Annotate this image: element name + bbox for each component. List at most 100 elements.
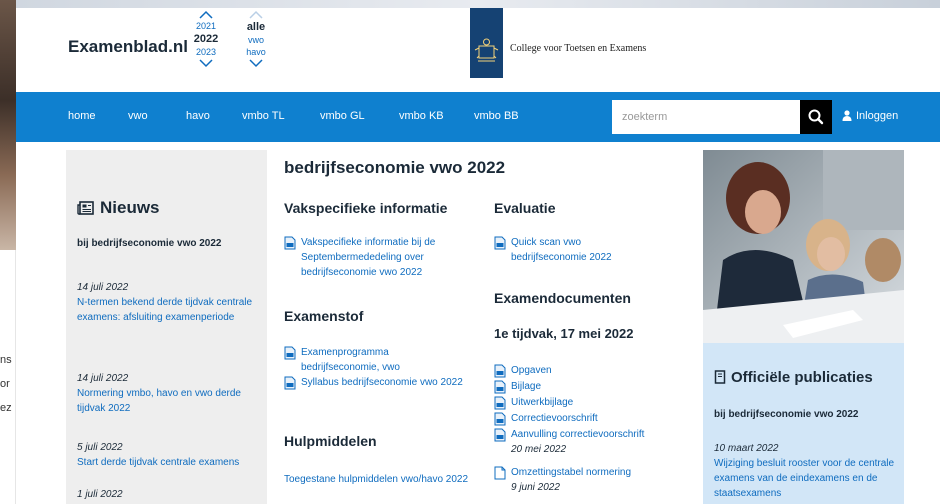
level-option[interactable]: havo xyxy=(242,46,270,58)
year-selector[interactable]: 2021 2022 2023 xyxy=(192,10,220,68)
cvte-logo[interactable]: College voor Toetsen en Examens xyxy=(470,8,646,78)
document-label: Examenprogramma bedrijfseconomie, vwo xyxy=(301,347,400,373)
official-date: 10 maart 2022 xyxy=(714,443,779,454)
document-link[interactable]: Opgaven xyxy=(494,363,684,378)
pdf-icon xyxy=(494,428,506,442)
site-logo[interactable]: Examenblad.nl xyxy=(68,37,188,57)
document-label: Quick scan vwo bedrijfseconomie 2022 xyxy=(511,237,612,263)
nav-item-vmbo-kb[interactable]: vmbo KB xyxy=(399,110,444,122)
login-label: Inloggen xyxy=(856,110,899,122)
news-date: 1 juli 2022 xyxy=(77,489,123,500)
document-link[interactable]: Quick scan vwo bedrijfseconomie 2022 xyxy=(494,235,644,265)
search-box xyxy=(612,100,832,134)
news-link[interactable]: N-termen bekend derde tijdvak centrale e… xyxy=(77,295,262,325)
document-link[interactable]: Omzettingstabel normering 9 juni 2022 xyxy=(494,465,692,495)
document-label: Opgaven xyxy=(511,365,552,376)
year-option[interactable]: 2023 xyxy=(192,46,220,58)
chevron-up-icon[interactable] xyxy=(248,10,264,20)
pdf-icon xyxy=(284,236,296,250)
pdf-icon xyxy=(284,376,296,390)
document-label: Vakspecifieke informatie bij de Septembe… xyxy=(301,237,436,278)
tijdvak-heading: 1e tijdvak, 17 mei 2022 xyxy=(494,326,634,341)
pdf-icon xyxy=(494,380,506,394)
document-link[interactable]: Aanvulling correctievoorschrift 20 mei 2… xyxy=(494,427,692,457)
section-heading-hulpmiddelen: Hulpmiddelen xyxy=(284,433,377,449)
news-item: 14 juli 2022 Normering vmbo, havo en vwo… xyxy=(77,371,262,416)
document-date: 20 mei 2022 xyxy=(511,444,567,455)
header: Examenblad.nl 2021 2022 2023 alle vwo ha… xyxy=(16,8,940,92)
pdf-icon xyxy=(494,236,506,250)
nav-item-vmbo-bb[interactable]: vmbo BB xyxy=(474,110,519,122)
hulpmiddelen-link[interactable]: Toegestane hulpmiddelen vwo/havo 2022 xyxy=(284,472,474,487)
document-icon xyxy=(714,370,726,384)
nav-item-vwo[interactable]: vwo xyxy=(128,110,148,122)
chevron-down-icon[interactable] xyxy=(198,58,214,68)
document-label: Aanvulling correctievoorschrift xyxy=(511,429,645,440)
official-link[interactable]: Wijziging besluit rooster voor de centra… xyxy=(714,456,899,501)
search-button[interactable] xyxy=(800,100,832,134)
document-label: Syllabus bedrijfseconomie vwo 2022 xyxy=(301,377,463,388)
news-link[interactable]: Normering vmbo, havo en vwo derde tijdva… xyxy=(77,386,262,416)
main-navigation: home vwo havo vmbo TL vmbo GL vmbo KB vm… xyxy=(16,92,940,142)
background-left-panel xyxy=(0,250,16,504)
official-publications-panel: Officiële publicaties bij bedrijfseconom… xyxy=(703,343,904,504)
level-selector[interactable]: alle vwo havo xyxy=(242,10,270,68)
official-heading: Officiële publicaties xyxy=(714,369,873,386)
pdf-icon xyxy=(284,346,296,360)
chevron-down-icon[interactable] xyxy=(248,58,264,68)
official-subheading: bij bedrijfseconomie vwo 2022 xyxy=(714,409,859,420)
level-option[interactable]: vwo xyxy=(242,34,270,46)
pdf-icon xyxy=(494,412,506,426)
news-item: 5 juli 2022 Start derde tijdvak centrale… xyxy=(77,440,262,470)
page: Examenblad.nl 2021 2022 2023 alle vwo ha… xyxy=(16,8,940,504)
news-subheading: bij bedrijfseconomie vwo 2022 xyxy=(77,238,222,249)
document-label: Bijlage xyxy=(511,381,542,392)
page-title: bedrijfseconomie vwo 2022 xyxy=(284,158,506,177)
level-current: alle xyxy=(246,21,266,33)
year-option[interactable]: 2021 xyxy=(192,20,220,32)
chevron-up-icon[interactable] xyxy=(198,10,214,20)
news-item: 1 juli 2022 xyxy=(77,487,262,502)
news-heading: Nieuws xyxy=(77,198,160,218)
login-link[interactable]: Inloggen xyxy=(842,110,898,122)
news-link[interactable]: Start derde tijdvak centrale examens xyxy=(77,455,262,470)
crest-icon xyxy=(470,8,503,78)
nav-item-vmbo-gl[interactable]: vmbo GL xyxy=(320,110,365,122)
news-date: 14 juli 2022 xyxy=(77,373,129,384)
document-link[interactable]: Uitwerkbijlage xyxy=(494,395,684,410)
news-item: 14 juli 2022 N-termen bekend derde tijdv… xyxy=(77,280,262,325)
document-link[interactable]: Bijlage xyxy=(494,379,684,394)
news-heading-label: Nieuws xyxy=(100,198,160,217)
document-label: Correctievoorschrift xyxy=(511,413,598,424)
students-photo xyxy=(703,150,904,343)
document-date: 9 juni 2022 xyxy=(511,482,560,493)
section-heading-vakspecifiek: Vakspecifieke informatie xyxy=(284,200,448,216)
nav-item-vmbo-tl[interactable]: vmbo TL xyxy=(242,110,285,122)
nav-item-home[interactable]: home xyxy=(68,110,96,122)
nav-item-havo[interactable]: havo xyxy=(186,110,210,122)
background-left-text: or xyxy=(0,378,10,390)
news-date: 5 juli 2022 xyxy=(77,442,123,453)
background-left-text: ez xyxy=(0,402,12,414)
document-link[interactable]: Vakspecifieke informatie bij de Septembe… xyxy=(284,235,474,280)
section-heading-evaluatie: Evaluatie xyxy=(494,200,556,216)
pdf-icon xyxy=(494,364,506,378)
org-name: College voor Toetsen en Examens xyxy=(510,43,647,54)
background-left-text: ns xyxy=(0,354,12,366)
background-left-photo xyxy=(0,0,16,250)
background-top-strip xyxy=(16,0,940,8)
year-current: 2022 xyxy=(193,33,219,45)
search-icon xyxy=(808,109,824,125)
user-icon xyxy=(842,110,852,121)
document-link[interactable]: Correctievoorschrift xyxy=(494,411,684,426)
document-link[interactable]: Examenprogramma bedrijfseconomie, vwo xyxy=(284,345,464,375)
search-input[interactable] xyxy=(612,100,800,134)
official-heading-label: Officiële publicaties xyxy=(731,369,873,386)
newspaper-icon xyxy=(77,201,94,215)
pdf-icon xyxy=(494,396,506,410)
official-item: 10 maart 2022 Wijziging besluit rooster … xyxy=(714,441,899,501)
section-heading-examendocumenten: Examendocumenten xyxy=(494,290,631,306)
news-panel: Nieuws bij bedrijfseconomie vwo 2022 14 … xyxy=(66,150,267,504)
document-link[interactable]: Syllabus bedrijfseconomie vwo 2022 xyxy=(284,375,474,390)
main-content: bedrijfseconomie vwo 2022 Vakspecifieke … xyxy=(284,150,692,504)
